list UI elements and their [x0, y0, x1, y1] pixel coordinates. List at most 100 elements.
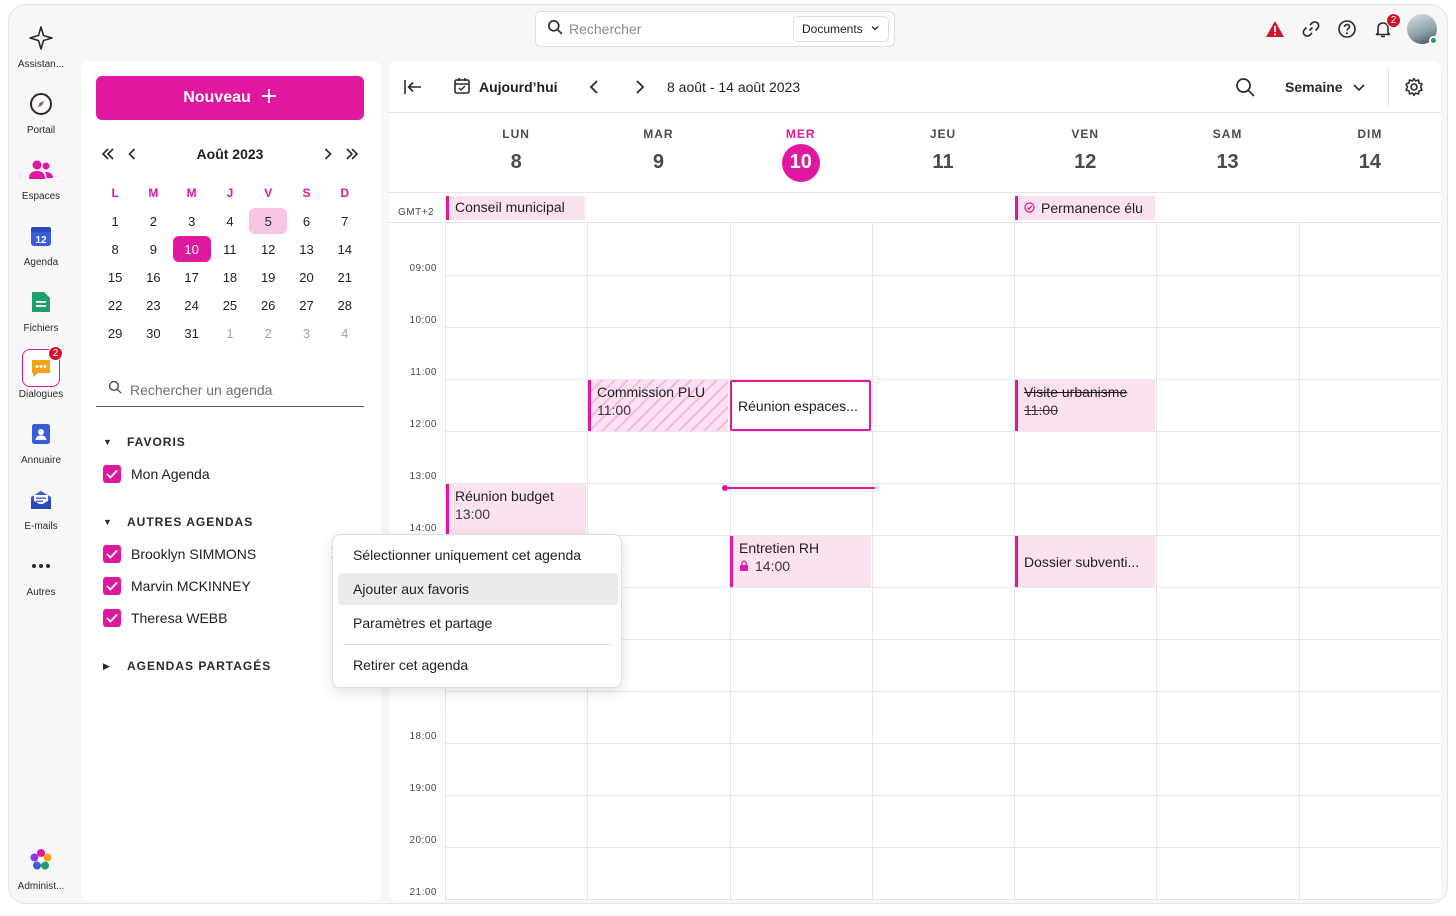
next-week-button[interactable] — [635, 73, 645, 101]
gear-icon[interactable] — [1404, 73, 1424, 101]
rail-item-annuaire[interactable]: Annuaire — [9, 415, 73, 466]
mini-day-next-month[interactable]: 1 — [211, 320, 249, 346]
mini-day[interactable]: 22 — [96, 292, 134, 318]
mini-day[interactable]: 3 — [173, 208, 211, 234]
allday-event-permanence[interactable]: Permanence élu — [1015, 196, 1155, 220]
mini-day[interactable]: 15 — [96, 264, 134, 290]
mini-day-next-month[interactable]: 3 — [287, 320, 325, 346]
checkbox-checked[interactable] — [103, 545, 121, 563]
mini-day[interactable]: 23 — [134, 292, 172, 318]
agenda-item-mon-agenda[interactable]: Mon Agenda — [103, 465, 343, 483]
menu-item-select-only[interactable]: Sélectionner uniquement cet agenda — [338, 539, 618, 571]
mini-day[interactable]: 12 — [249, 236, 287, 262]
rail-item-dialogues[interactable]: 2 Dialogues — [9, 346, 73, 400]
shared-section-toggle[interactable]: ▶ AGENDAS PARTAGÉS — [103, 659, 271, 673]
agenda-item-marvin[interactable]: Marvin MCKINNEY — [103, 577, 343, 595]
day-header-thu[interactable]: JEU 11 — [872, 113, 1014, 193]
mini-day-today[interactable]: 10 — [172, 236, 211, 262]
mini-day[interactable]: 7 — [326, 208, 364, 234]
mini-day[interactable]: 29 — [96, 320, 134, 346]
event-reunion-budget[interactable]: Réunion budget 13:00 — [446, 484, 586, 535]
mini-day[interactable]: 1 — [96, 208, 134, 234]
event-commission-plu[interactable]: Commission PLU 11:00 — [588, 380, 728, 431]
favorites-section-toggle[interactable]: ▼ FAVORIS — [103, 435, 186, 449]
checkbox-checked[interactable] — [103, 577, 121, 595]
rail-item-espaces[interactable]: Espaces — [9, 151, 73, 202]
mini-day[interactable]: 18 — [211, 264, 249, 290]
checkbox-checked[interactable] — [103, 609, 121, 627]
today-button[interactable]: Aujourd’hui — [453, 73, 558, 101]
next-month-button[interactable] — [316, 142, 340, 166]
mini-day[interactable]: 26 — [249, 292, 287, 318]
previous-year-button[interactable] — [96, 142, 120, 166]
event-visite-urbanisme[interactable]: Visite urbanisme 11:00 — [1015, 380, 1155, 431]
rail-item-agenda[interactable]: 12 Agenda — [9, 217, 73, 268]
mini-day-next-month[interactable]: 4 — [326, 320, 364, 346]
mini-day[interactable]: 9 — [134, 236, 172, 262]
menu-item-add-favorite[interactable]: Ajouter aux favoris — [338, 573, 618, 605]
mini-day[interactable]: 28 — [326, 292, 364, 318]
new-event-button[interactable]: Nouveau — [96, 76, 364, 120]
bell-icon[interactable]: 2 — [1365, 11, 1401, 47]
day-header-sun[interactable]: DIM 14 — [1299, 113, 1441, 193]
mini-day[interactable]: 6 — [287, 208, 325, 234]
user-avatar[interactable] — [1407, 14, 1438, 45]
help-icon[interactable] — [1329, 11, 1365, 47]
others-section-toggle[interactable]: ▼ AUTRES AGENDAS — [103, 515, 253, 529]
event-dossier-subvention[interactable]: Dossier subventi... — [1015, 536, 1155, 587]
previous-week-button[interactable] — [589, 73, 599, 101]
mini-day[interactable]: 4 — [211, 208, 249, 234]
mini-day[interactable]: 14 — [326, 236, 364, 262]
next-year-button[interactable] — [340, 142, 364, 166]
mini-day[interactable]: 27 — [287, 292, 325, 318]
rail-item-portail[interactable]: Portail — [9, 85, 73, 136]
hour-label: 19:00 — [409, 783, 437, 794]
rail-item-emails[interactable]: E-mails — [9, 481, 73, 532]
day-header-tue[interactable]: MAR 9 — [587, 113, 729, 193]
global-search[interactable]: Documents — [535, 11, 895, 47]
alert-icon[interactable] — [1257, 11, 1293, 47]
mini-day[interactable]: 13 — [287, 236, 325, 262]
rail-item-fichiers[interactable]: Fichiers — [9, 283, 73, 334]
checkbox-checked[interactable] — [103, 465, 121, 483]
rail-item-admin[interactable]: Administ... — [9, 841, 73, 892]
mini-day[interactable]: 2 — [134, 208, 172, 234]
rail-item-assistant[interactable]: Assistan... — [9, 19, 73, 70]
view-selector[interactable]: Semaine — [1285, 73, 1365, 101]
rail-item-autres[interactable]: Autres — [9, 547, 73, 598]
agenda-item-brooklyn[interactable]: Brooklyn SIMMONS — [103, 545, 343, 563]
global-search-input[interactable] — [569, 21, 779, 37]
previous-month-button[interactable] — [120, 142, 144, 166]
day-header-mon[interactable]: LUN 8 — [445, 113, 587, 193]
agenda-search[interactable] — [96, 373, 364, 407]
mini-day[interactable]: 20 — [287, 264, 325, 290]
mini-day[interactable]: 19 — [249, 264, 287, 290]
day-header-sat[interactable]: SAM 13 — [1156, 113, 1298, 193]
menu-item-settings-sharing[interactable]: Paramètres et partage — [338, 607, 618, 639]
mini-day[interactable]: 30 — [134, 320, 172, 346]
search-scope-select[interactable]: Documents — [793, 16, 889, 42]
mini-day[interactable]: 31 — [173, 320, 211, 346]
mini-day-next-month[interactable]: 2 — [249, 320, 287, 346]
menu-item-remove-agenda[interactable]: Retirer cet agenda — [338, 649, 618, 681]
mini-day[interactable]: 21 — [326, 264, 364, 290]
mini-day[interactable]: 24 — [173, 292, 211, 318]
event-reunion-espaces[interactable]: Réunion espaces... — [730, 380, 871, 431]
mini-day[interactable]: 25 — [211, 292, 249, 318]
search-icon[interactable] — [1235, 73, 1255, 101]
day-header-fri[interactable]: VEN 12 — [1014, 113, 1156, 193]
allday-event-conseil[interactable]: Conseil municipal — [446, 196, 585, 220]
agenda-item-theresa[interactable]: Theresa WEBB — [103, 609, 343, 627]
event-entretien-rh[interactable]: Entretien RH 14:00 — [730, 536, 871, 587]
mini-day[interactable]: 16 — [134, 264, 172, 290]
collapse-sidebar-icon[interactable] — [403, 73, 423, 101]
day-header-wed-today[interactable]: MER 10 — [730, 113, 872, 193]
link-icon[interactable] — [1293, 11, 1329, 47]
mini-day[interactable]: 8 — [96, 236, 134, 262]
mini-calendar-header: Août 2023 — [96, 141, 364, 167]
mini-day[interactable]: 11 — [211, 236, 249, 262]
mini-day-marked[interactable]: 5 — [249, 208, 288, 234]
agenda-search-input[interactable] — [130, 381, 360, 398]
weekday-label: J — [226, 186, 234, 200]
mini-day[interactable]: 17 — [173, 264, 211, 290]
